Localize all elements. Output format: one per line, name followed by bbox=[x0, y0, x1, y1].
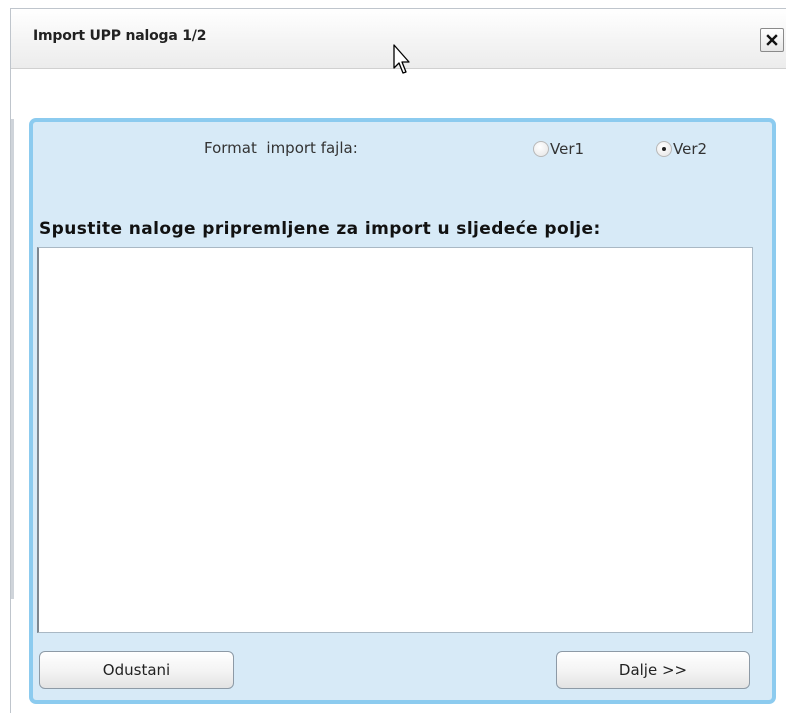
radio-ver1-circle[interactable] bbox=[533, 141, 549, 157]
radio-ver2-circle[interactable] bbox=[656, 141, 672, 157]
format-label: Format import fajla: bbox=[204, 139, 358, 157]
import-dialog: Import UPP naloga 1/2 Format import fajl… bbox=[10, 8, 786, 713]
dialog-titlebar[interactable]: Import UPP naloga 1/2 bbox=[11, 9, 786, 69]
close-button[interactable] bbox=[760, 28, 784, 52]
import-drop-area[interactable] bbox=[37, 247, 753, 633]
radio-ver2-label: Ver2 bbox=[673, 140, 708, 158]
close-icon bbox=[766, 34, 778, 46]
radio-ver1-label: Ver1 bbox=[550, 140, 585, 158]
dialog-left-edge bbox=[11, 119, 14, 599]
radio-ver2[interactable]: Ver2 bbox=[656, 140, 707, 158]
cancel-button[interactable]: Odustani bbox=[39, 651, 234, 689]
next-button[interactable]: Dalje >> bbox=[556, 651, 750, 689]
dialog-title: Import UPP naloga 1/2 bbox=[33, 28, 207, 44]
radio-ver1[interactable]: Ver1 bbox=[533, 140, 584, 158]
drop-area-label: Spustite naloge pripremljene za import u… bbox=[39, 219, 601, 239]
page: Import UPP naloga 1/2 Format import fajl… bbox=[0, 0, 786, 713]
import-panel: Format import fajla: Ver1 Ver2 Spustite … bbox=[29, 118, 776, 704]
